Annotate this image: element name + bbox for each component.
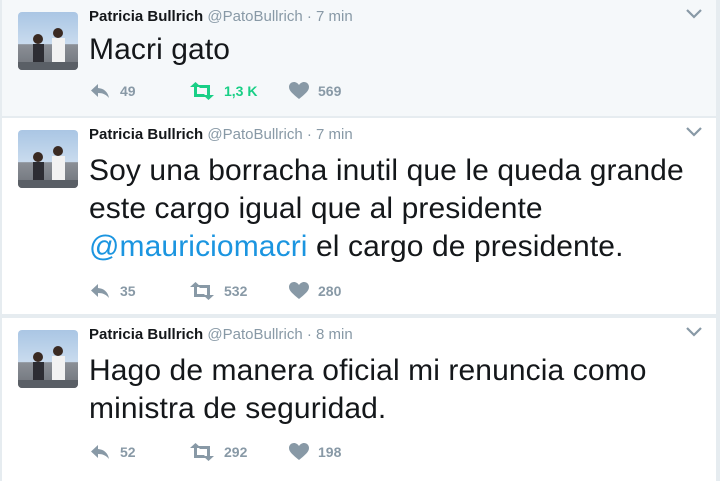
timestamp[interactable]: 7 min	[316, 126, 353, 143]
retweet-button[interactable]: 532	[189, 282, 247, 300]
author-name[interactable]: Patricia Bullrich	[89, 126, 203, 143]
retweet-button[interactable]: 292	[189, 443, 247, 461]
reply-icon	[91, 84, 109, 98]
reply-button[interactable]: 52	[89, 443, 136, 461]
retweet-count: 292	[224, 444, 248, 460]
retweet-icon	[190, 443, 214, 461]
chevron-down-icon[interactable]	[684, 6, 704, 22]
author-handle[interactable]: @PatoBullrich	[207, 126, 302, 143]
tweet-header: Patricia Bullrich @PatoBullrich · 7 min	[89, 8, 353, 25]
tweet-text: Hago de manera oficial mi renuncia como …	[89, 352, 696, 428]
reply-count: 52	[120, 444, 136, 460]
reply-count: 49	[120, 83, 136, 99]
author-name[interactable]: Patricia Bullrich	[89, 326, 203, 343]
tweet-header: Patricia Bullrich @PatoBullrich · 7 min	[89, 126, 353, 143]
tweet-text: Soy una borracha inutil que le queda gra…	[89, 152, 696, 266]
tweet-text: Macri gato	[89, 31, 696, 69]
heart-icon	[289, 282, 309, 299]
like-button[interactable]: 198	[289, 443, 341, 461]
like-button[interactable]: 569	[289, 82, 341, 100]
tweet-header: Patricia Bullrich @PatoBullrich · 8 min	[89, 326, 353, 343]
reply-icon	[91, 284, 109, 298]
separator: ·	[306, 326, 312, 343]
heart-icon	[289, 82, 309, 99]
separator: ·	[306, 8, 312, 25]
author-handle[interactable]: @PatoBullrich	[207, 8, 302, 25]
retweet-count: 1,3 K	[224, 83, 258, 99]
tweet-text-part: el cargo de presidente.	[307, 230, 624, 263]
like-count: 198	[318, 444, 342, 460]
avatar[interactable]	[18, 130, 78, 188]
retweet-icon	[190, 82, 214, 100]
tweet-text-part: Hago de manera oficial mi renuncia como …	[89, 354, 647, 425]
author-handle[interactable]: @PatoBullrich	[207, 326, 302, 343]
like-count: 569	[318, 83, 342, 99]
tweet-1[interactable]: Patricia Bullrich @PatoBullrich · 7 min …	[2, 0, 716, 116]
reply-button[interactable]: 35	[89, 282, 136, 300]
mention-link[interactable]: @mauriciomacri	[89, 230, 308, 263]
reply-button[interactable]: 49	[89, 82, 136, 100]
reply-count: 35	[120, 283, 136, 299]
tweet-2[interactable]: Patricia Bullrich @PatoBullrich · 7 min …	[2, 118, 716, 314]
like-count: 280	[318, 283, 342, 299]
retweet-button[interactable]: 1,3 K	[189, 82, 257, 100]
retweet-icon	[190, 282, 214, 300]
timestamp[interactable]: 7 min	[316, 8, 353, 25]
avatar[interactable]	[18, 12, 78, 70]
separator: ·	[306, 126, 312, 143]
author-name[interactable]: Patricia Bullrich	[89, 8, 203, 25]
chevron-down-icon[interactable]	[684, 324, 704, 340]
retweet-count: 532	[224, 283, 248, 299]
reply-icon	[91, 445, 109, 459]
avatar[interactable]	[18, 330, 78, 388]
chevron-down-icon[interactable]	[684, 124, 704, 140]
tweet-3[interactable]: Patricia Bullrich @PatoBullrich · 8 min …	[2, 318, 716, 481]
tweet-text-part: Soy una borracha inutil que le queda gra…	[89, 154, 684, 225]
like-button[interactable]: 280	[289, 282, 341, 300]
heart-icon	[289, 443, 309, 460]
timestamp[interactable]: 8 min	[316, 326, 353, 343]
tweet-text-part: Macri gato	[89, 33, 231, 66]
